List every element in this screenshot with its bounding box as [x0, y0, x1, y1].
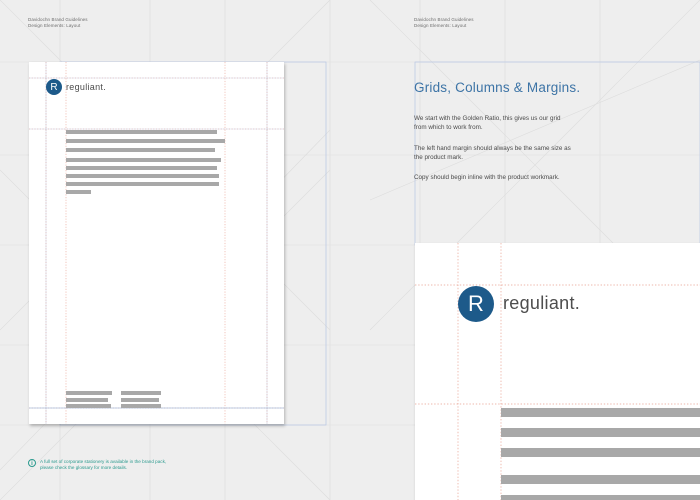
footer-line: [121, 398, 159, 402]
footer-line: [121, 404, 161, 408]
text-line: [66, 139, 225, 143]
text-line: [66, 158, 221, 162]
text-line: [66, 166, 217, 170]
page-guides: [29, 62, 284, 424]
footnote: i A full set of corporate stationery is …: [28, 459, 170, 471]
footer-line: [66, 391, 112, 395]
text-line: [66, 190, 91, 194]
logo-mark-small: R: [46, 79, 62, 95]
text-line: [501, 428, 700, 437]
text-line: [501, 408, 700, 417]
paragraph: The left hand margin should always be th…: [414, 145, 571, 161]
text-line: [501, 495, 700, 500]
text-line: [66, 182, 219, 186]
header-right: Davidochn Brand Guidelines Design Elemen…: [414, 17, 474, 29]
zoom-guides: [415, 243, 700, 500]
section-heading: Grids, Columns & Margins.: [414, 80, 581, 95]
footer-line: [66, 398, 108, 402]
logo-wordmark-large: reguliant.: [503, 293, 581, 313]
logo-mark-letter-large: R: [468, 291, 484, 316]
header-left: Davidochn Brand Guidelines Design Elemen…: [28, 17, 88, 29]
footer-line: [121, 391, 161, 395]
header-right-subtitle: Design Elements: Layout: [414, 23, 467, 28]
text-line: [501, 475, 700, 484]
footer-line: [66, 404, 111, 408]
text-line: [66, 148, 215, 152]
logo-mark-large: R: [458, 286, 494, 322]
letterhead-page: R reguliant.: [29, 62, 284, 424]
text-line: [66, 174, 219, 178]
logo-mark-letter-small: R: [50, 81, 58, 93]
info-icon: i: [28, 459, 36, 467]
text-line: [501, 448, 700, 457]
text-line: [66, 130, 217, 134]
header-left-subtitle: Design Elements: Layout: [28, 23, 81, 28]
paragraph: We start with the Golden Ratio, this giv…: [414, 115, 561, 131]
zoomed-letterhead: R reguliant.: [415, 243, 700, 500]
footnote-text: A full set of corporate stationery is av…: [40, 459, 167, 470]
logo-wordmark-small: reguliant.: [66, 82, 107, 92]
paragraph: Copy should begin inline with the produc…: [414, 174, 560, 181]
